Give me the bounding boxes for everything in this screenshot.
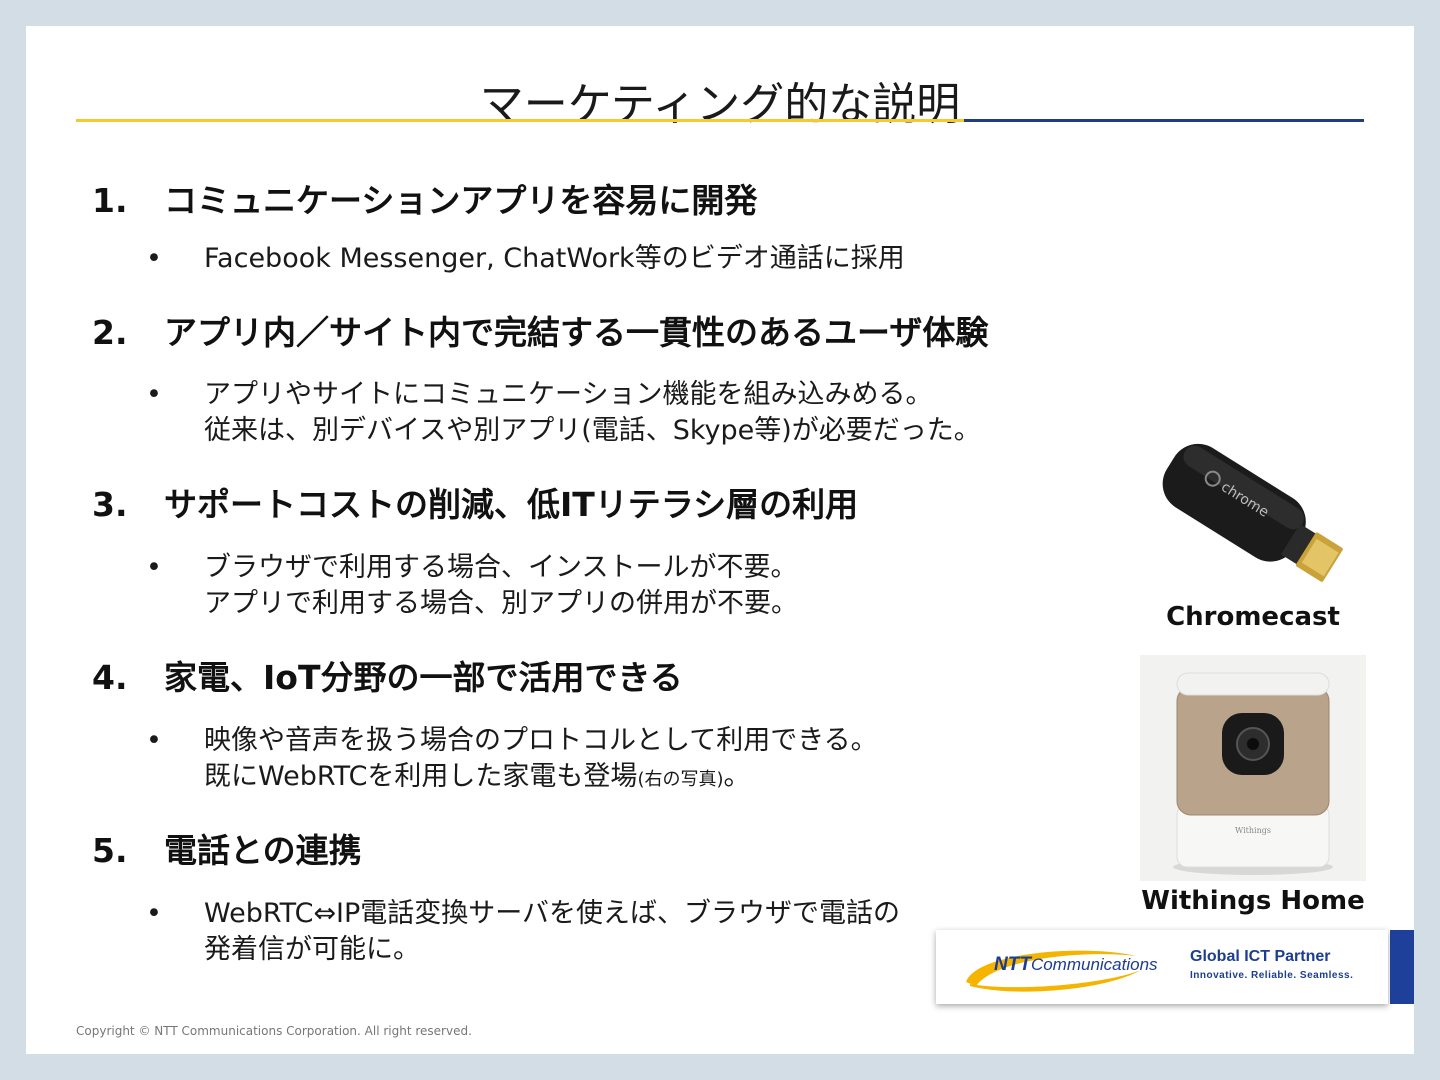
title-rule-yellow — [76, 119, 964, 122]
heading-text: コミュニケーションアプリを容易に開発 — [164, 181, 758, 220]
logo-ntt: NTT — [994, 954, 1031, 975]
heading-text: 家電、IoT分野の一部で活用できる — [164, 658, 683, 697]
bullet-5: • WebRTC⇔IP電話変換サーバを使えば、ブラウザで電話の 発着信が可能に。 — [146, 896, 900, 968]
heading-text: サポートコストの削減、低ITリテラシ層の利用 — [164, 485, 859, 524]
bullet-tail: 。 — [723, 761, 751, 792]
partner-tagline: Innovative. Reliable. Seamless. — [1190, 970, 1354, 981]
heading-text: 電話との連携 — [164, 831, 362, 870]
bullet-3: • ブラウザで利用する場合、インストールが不要。 アプリで利用する場合、別アプリ… — [146, 550, 798, 622]
bullet-1: • Facebook Messenger, ChatWork等のビデオ通話に採用 — [146, 241, 905, 277]
bullet-dot: • — [146, 379, 162, 410]
chromecast-caption: Chromecast — [1166, 602, 1340, 632]
heading-4: 4. 家電、IoT分野の一部で活用できる — [92, 651, 683, 699]
slide-title: マーケティング的な説明 — [479, 79, 961, 130]
heading-number: 1. — [92, 181, 128, 220]
bullet-line: WebRTC⇔IP電話変換サーバを使えば、ブラウザで電話の — [204, 898, 901, 929]
bullet-line: アプリで利用する場合、別アプリの併用が不要。 — [204, 588, 798, 619]
ntt-logo-box: NTTCommunications Global ICT Partner Inn… — [936, 930, 1388, 1004]
withings-image: Withings — [1140, 655, 1366, 881]
bullet-dot: • — [146, 243, 162, 274]
withings-label: Withings — [1235, 826, 1271, 835]
logo-communications: Communications — [1030, 955, 1158, 974]
heading-2: 2. アプリ内／サイト内で完結する一貫性のあるユーザ体験 — [92, 306, 988, 354]
title-rule-blue — [964, 119, 1364, 122]
heading-number: 4. — [92, 658, 128, 697]
bullet-line-text: 既にWebRTCを利用した家電も登場 — [204, 761, 638, 792]
heading-3: 3. サポートコストの削減、低ITリテラシ層の利用 — [92, 478, 858, 526]
bullet-line: ブラウザで利用する場合、インストールが不要。 — [204, 552, 798, 583]
heading-number: 5. — [92, 831, 128, 870]
bullet-line: 映像や音声を扱う場合のプロトコルとして利用できる。 — [204, 725, 878, 756]
heading-number: 2. — [92, 313, 128, 352]
bullet-line: アプリやサイトにコミュニケーション機能を組み込みめる。 — [204, 379, 933, 410]
bullet-dot: • — [146, 725, 162, 756]
heading-text: アプリ内／サイト内で完結する一貫性のあるユーザ体験 — [164, 313, 989, 352]
heading-1: 1. コミュニケーションアプリを容易に開発 — [92, 174, 757, 222]
slide: マーケティング的な説明 1. コミュニケーションアプリを容易に開発 • Faceb… — [26, 26, 1414, 1054]
bullet-line: Facebook Messenger, ChatWork等のビデオ通話に採用 — [204, 243, 905, 274]
bullet-2: • アプリやサイトにコミュニケーション機能を組み込みめる。 従来は、別デバイスや… — [146, 377, 981, 449]
chromecast-image: chrome — [1162, 443, 1343, 582]
bullet-dot: • — [146, 552, 162, 583]
bullet-line: 従来は、別デバイスや別アプリ(電話、Skype等)が必要だった。 — [204, 415, 981, 446]
bullet-dot: • — [146, 898, 162, 929]
withings-caption: Withings Home — [1141, 886, 1365, 916]
heading-number: 3. — [92, 485, 128, 524]
logo-accent-tab — [1390, 930, 1414, 1004]
bullet-line: 発着信が可能に。 — [204, 934, 420, 965]
bullet-note: (右の写真) — [637, 769, 724, 790]
bullet-line: 既にWebRTCを利用した家電も登場(右の写真)。 — [204, 759, 878, 798]
heading-5: 5. 電話との連携 — [92, 824, 362, 872]
copyright: Copyright © NTT Communications Corporati… — [76, 1024, 472, 1038]
bullet-4: • 映像や音声を扱う場合のプロトコルとして利用できる。 既にWebRTCを利用し… — [146, 723, 878, 798]
ntt-logo-text: NTTCommunications — [994, 954, 1158, 976]
partner-title: Global ICT Partner — [1190, 948, 1331, 965]
